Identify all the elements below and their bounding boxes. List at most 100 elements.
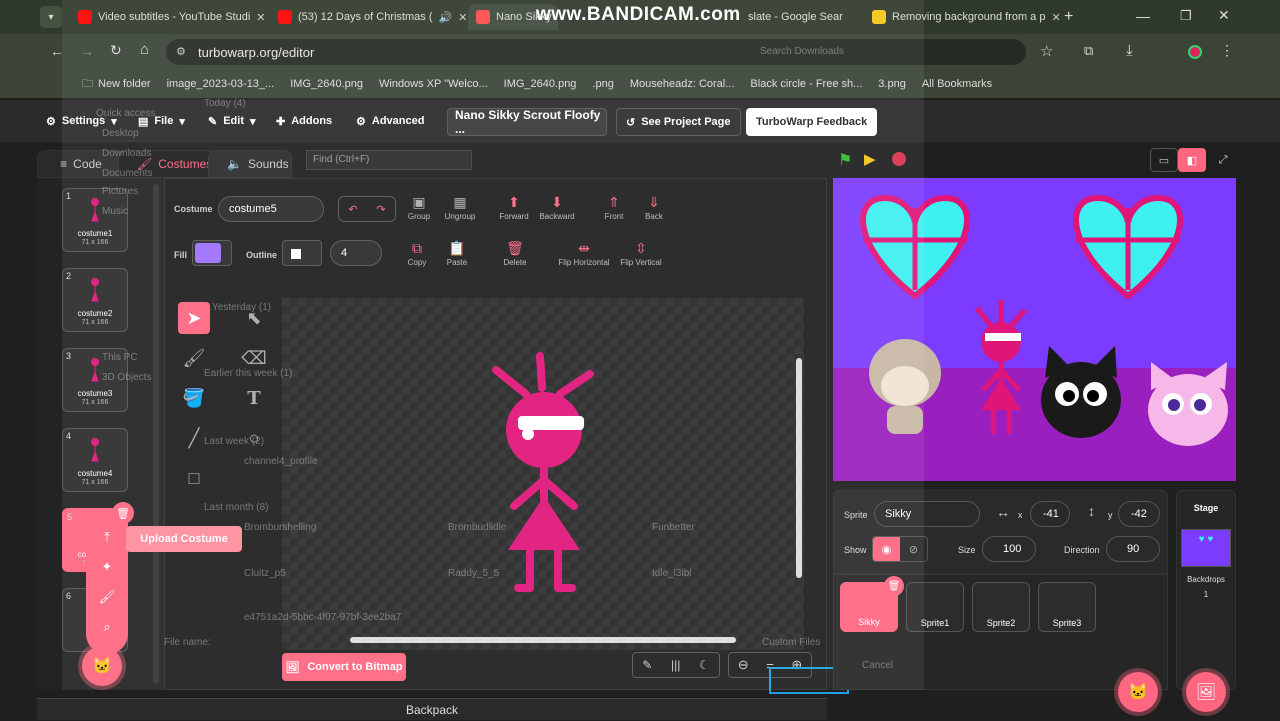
nocolor-icon[interactable]: ✎ xyxy=(642,658,652,672)
search-icon[interactable]: ⌕ xyxy=(86,612,128,642)
scrollbar[interactable] xyxy=(153,184,159,684)
direction-input[interactable]: 90 xyxy=(1106,536,1160,562)
select-tool[interactable]: ➤ xyxy=(178,302,210,334)
eye-icon[interactable]: ◉ xyxy=(873,537,900,561)
y-input[interactable]: -42 xyxy=(1118,501,1160,527)
circle-tool[interactable]: ○ xyxy=(238,422,270,454)
tab-code[interactable]: ≡ Code xyxy=(37,150,125,178)
ungroup-button[interactable]: ▦ Ungroup xyxy=(434,194,486,221)
bookmark-item[interactable]: Windows XP "Welco... xyxy=(379,78,488,90)
add-backdrop-button[interactable]: 🖼 xyxy=(1186,672,1226,712)
file-menu[interactable]: ▤ File ▾ xyxy=(138,110,185,132)
bookmark-item[interactable]: Mouseheadz: Coral... xyxy=(630,78,735,90)
browser-tab-2[interactable]: (53) 12 Days of Christmas (🔊 ✕ xyxy=(270,4,466,30)
bookmark-item[interactable]: IMG_2640.png xyxy=(504,78,577,90)
minimize-button[interactable]: — xyxy=(1136,8,1150,24)
tab-costumes[interactable]: 🖌 Costumes xyxy=(118,150,214,178)
browser-tab-1[interactable]: Video subtitles - YouTube Studi ✕ xyxy=(70,4,266,30)
close-icon[interactable]: ✕ xyxy=(1051,11,1060,24)
eye-hidden-icon[interactable]: ⊘ xyxy=(900,537,927,561)
delete-sprite-icon[interactable]: 🗑 xyxy=(884,576,904,596)
small-stage-icon[interactable]: ▭ xyxy=(1150,148,1178,172)
flip-horizontal-button[interactable]: ⇹ Flip Horizontal xyxy=(554,240,614,267)
delete-button[interactable]: 🗑 Delete xyxy=(489,240,541,267)
costume-thumb-3[interactable]: 3 costume3 71 x 166 xyxy=(62,348,128,412)
project-title-input[interactable]: Nano Sikky Scrout Floofy ... xyxy=(447,108,607,136)
see-project-page-button[interactable]: ↺ See Project Page xyxy=(616,108,741,136)
bookmark-item[interactable]: image_2023-03-13_... xyxy=(167,78,275,90)
bookmark-item[interactable]: Black circle - Free sh... xyxy=(750,78,862,90)
upload-icon[interactable]: ⤒ xyxy=(86,522,128,552)
extensions-icon[interactable]: ⧉ xyxy=(1084,43,1093,59)
tab-sounds[interactable]: 🔈 Sounds xyxy=(208,150,292,178)
costume-thumb-2[interactable]: 2 costume2 71 x 166 xyxy=(62,268,128,332)
canvas-horizontal-scrollbar[interactable] xyxy=(350,637,736,643)
back-button[interactable]: ⇓ Back xyxy=(628,194,680,221)
size-input[interactable]: 100 xyxy=(982,536,1036,562)
settings-menu[interactable]: ⚙ Settings ▾ xyxy=(46,110,117,132)
bookmark-item[interactable]: IMG_2640.png xyxy=(290,78,363,90)
sprite-tile-sprite2[interactable]: Sprite2 xyxy=(972,582,1030,632)
costume-thumb-1[interactable]: 1 costume1 71 x 166 xyxy=(62,188,128,252)
more-menu-icon[interactable]: ⋮ xyxy=(1220,42,1234,59)
sprite-name-input[interactable]: Sikky xyxy=(874,501,980,527)
feedback-button[interactable]: TurboWarp Feedback xyxy=(746,108,878,136)
fill-tool[interactable]: 🪣 xyxy=(178,382,210,414)
profile-avatar[interactable] xyxy=(1188,45,1202,59)
costume-name-input[interactable]: costume5 xyxy=(218,196,324,222)
close-icon[interactable]: ✕ xyxy=(458,11,466,24)
site-info-icon[interactable]: ⚙ xyxy=(176,45,186,58)
outline-picker[interactable] xyxy=(282,240,322,266)
backpack-bar[interactable]: Backpack xyxy=(37,698,827,720)
stop-icon[interactable] xyxy=(892,152,906,166)
zoom-out-icon[interactable]: ⊖ xyxy=(738,657,749,673)
large-stage-icon[interactable]: ◧ xyxy=(1178,148,1206,172)
text-tool[interactable]: T xyxy=(238,382,270,414)
add-costume-button[interactable]: 🐱 xyxy=(82,646,122,686)
sound-wave-icon[interactable]: ||| xyxy=(671,658,680,672)
forward-icon[interactable]: → xyxy=(80,43,94,59)
restore-button[interactable]: ❐ xyxy=(1180,8,1192,24)
url-field[interactable]: turbowarp.org/editor xyxy=(166,39,1026,65)
stage[interactable] xyxy=(833,178,1236,481)
paste-button[interactable]: 📋 Paste xyxy=(431,240,483,267)
redo-icon[interactable]: ↷ xyxy=(376,203,385,216)
green-flag-icon[interactable]: ⚑ xyxy=(838,150,852,170)
stage-pane[interactable]: Stage ♥ ♥ Backdrops 1 xyxy=(1176,490,1236,690)
brush-tool[interactable]: 🖌 xyxy=(178,342,210,374)
rectangle-tool[interactable]: □ xyxy=(178,462,210,494)
back-icon[interactable]: ← xyxy=(50,43,64,59)
eraser-tool[interactable]: ⌫ xyxy=(238,342,270,374)
addons-menu[interactable]: ✚ Addons xyxy=(276,110,332,132)
bookmark-star-icon[interactable]: ☆ xyxy=(1040,42,1053,60)
backward-button[interactable]: ⬇ Backward xyxy=(531,194,583,221)
all-bookmarks[interactable]: All Bookmarks xyxy=(922,78,992,90)
canvas-vertical-scrollbar[interactable] xyxy=(796,358,802,578)
bookmark-item[interactable]: .png xyxy=(592,78,613,90)
pause-icon[interactable]: ▶ xyxy=(864,150,876,168)
tab-search-icon[interactable]: ▾ xyxy=(40,6,62,28)
bookmark-item[interactable]: 3.png xyxy=(878,78,906,90)
add-sprite-button[interactable]: 🐱 xyxy=(1118,672,1158,712)
line-tool[interactable]: ╱ xyxy=(178,422,210,454)
window-close-button[interactable]: ✕ xyxy=(1218,7,1230,24)
new-tab-button[interactable]: + xyxy=(1064,8,1073,26)
paint-canvas[interactable] xyxy=(282,298,804,650)
moon-icon[interactable]: ☾ xyxy=(699,658,710,672)
undo-icon[interactable]: ↶ xyxy=(348,203,357,216)
edit-menu[interactable]: ✎ Edit ▾ xyxy=(208,110,256,132)
find-input[interactable]: Find (Ctrl+F) xyxy=(306,150,472,170)
close-icon[interactable]: ✕ xyxy=(256,11,265,24)
reshape-tool[interactable]: ⬉ xyxy=(238,302,270,334)
surprise-icon[interactable]: ✦ xyxy=(86,552,128,582)
advanced-menu[interactable]: ⚙ Advanced xyxy=(356,110,424,132)
paint-icon[interactable]: 🖌 xyxy=(86,582,128,612)
home-icon[interactable]: ⌂ xyxy=(140,41,149,58)
browser-tab-5[interactable]: Removing background from a p ✕ xyxy=(864,4,1060,30)
delete-costume-icon[interactable]: 🗑 xyxy=(112,502,134,524)
x-input[interactable]: -41 xyxy=(1030,501,1070,527)
browser-tab-4[interactable]: slate - Google Sear xyxy=(740,4,858,30)
flip-vertical-button[interactable]: ⇳ Flip Vertical xyxy=(614,240,668,267)
reload-icon[interactable]: ↻ xyxy=(110,42,122,59)
fullscreen-icon[interactable]: ⤢ xyxy=(1210,148,1236,172)
